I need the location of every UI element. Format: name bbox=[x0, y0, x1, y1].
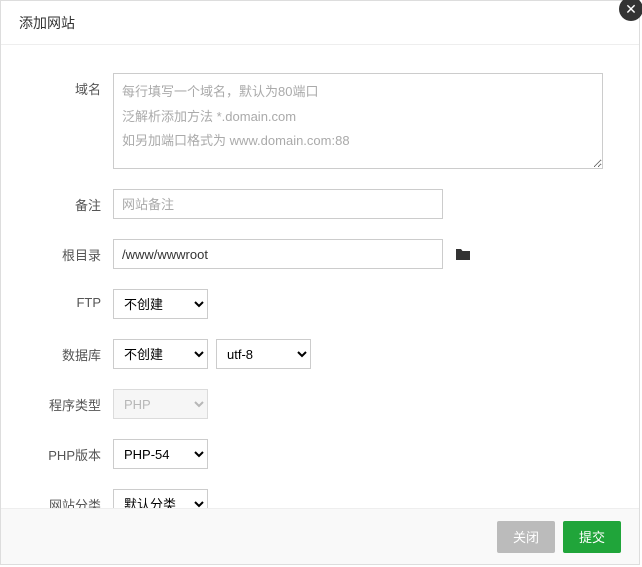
add-site-dialog: 添加网站 ✕ 域名 备注 根目录 bbox=[0, 0, 640, 565]
program-select: PHP bbox=[113, 389, 208, 419]
dialog-title: 添加网站 bbox=[19, 13, 75, 33]
cancel-button[interactable]: 关闭 bbox=[497, 521, 555, 553]
label-domain: 域名 bbox=[21, 73, 113, 98]
row-database: 数据库 不创建 utf-8 bbox=[21, 339, 619, 369]
dialog-footer: 关闭 提交 bbox=[1, 508, 639, 564]
row-domain: 域名 bbox=[21, 73, 619, 169]
note-input[interactable] bbox=[113, 189, 443, 219]
label-ftp: FTP bbox=[21, 289, 113, 310]
label-root: 根目录 bbox=[21, 239, 113, 264]
folder-icon[interactable] bbox=[455, 247, 471, 261]
php-select[interactable]: PHP-54 bbox=[113, 439, 208, 469]
database-select[interactable]: 不创建 bbox=[113, 339, 208, 369]
row-category: 网站分类 默认分类 bbox=[21, 489, 619, 508]
label-note: 备注 bbox=[21, 189, 113, 214]
category-select[interactable]: 默认分类 bbox=[113, 489, 208, 508]
domain-input[interactable] bbox=[113, 73, 603, 169]
row-note: 备注 bbox=[21, 189, 619, 219]
charset-select[interactable]: utf-8 bbox=[216, 339, 311, 369]
row-program: 程序类型 PHP bbox=[21, 389, 619, 419]
ftp-select[interactable]: 不创建 bbox=[113, 289, 208, 319]
dialog-header: 添加网站 ✕ bbox=[1, 1, 639, 45]
label-database: 数据库 bbox=[21, 339, 113, 364]
root-input[interactable] bbox=[113, 239, 443, 269]
submit-button[interactable]: 提交 bbox=[563, 521, 621, 553]
close-button[interactable]: ✕ bbox=[619, 0, 642, 21]
label-program: 程序类型 bbox=[21, 389, 113, 414]
label-category: 网站分类 bbox=[21, 489, 113, 508]
label-php: PHP版本 bbox=[21, 439, 113, 464]
row-ftp: FTP 不创建 bbox=[21, 289, 619, 319]
row-php: PHP版本 PHP-54 bbox=[21, 439, 619, 469]
dialog-body: 域名 备注 根目录 FTP 不创建 bbox=[1, 45, 639, 508]
close-icon: ✕ bbox=[625, 2, 637, 16]
row-root: 根目录 bbox=[21, 239, 619, 269]
